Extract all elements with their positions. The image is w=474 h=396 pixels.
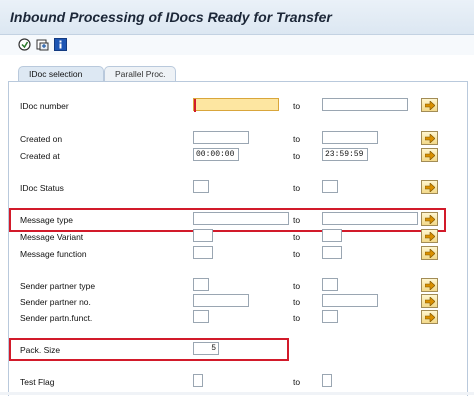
- created-on-to-label: to: [293, 134, 301, 144]
- save-variant-icon[interactable]: [36, 38, 49, 51]
- arrow-right-icon: [425, 151, 435, 160]
- sender-partner-function-to-input[interactable]: [322, 310, 338, 323]
- idoc-status-to-label: to: [293, 183, 301, 193]
- pack-size-highlight-box: [9, 338, 289, 361]
- test-flag-to-input[interactable]: [322, 374, 332, 387]
- text-cursor: [194, 99, 196, 112]
- arrow-right-icon: [425, 249, 435, 258]
- created-at-to-label: to: [293, 151, 301, 161]
- test-flag-label: Test Flag: [20, 377, 55, 387]
- arrow-right-icon: [425, 101, 435, 110]
- idoc-status-label: IDoc Status: [20, 183, 64, 193]
- message-variant-label: Message Variant: [20, 232, 84, 242]
- sender-partner-no-label: Sender partner no.: [20, 297, 91, 307]
- idoc-number-to-input[interactable]: [322, 98, 408, 111]
- arrow-right-icon: [425, 281, 435, 290]
- sender-partner-type-label: Sender partner type: [20, 281, 96, 291]
- created-at-label: Created at: [20, 151, 60, 161]
- message-variant-to-label: to: [293, 232, 301, 242]
- created-on-label: Created on: [20, 134, 63, 144]
- tab-parallel-proc[interactable]: Parallel Proc.: [104, 66, 176, 81]
- idoc-status-to-input[interactable]: [322, 180, 338, 193]
- arrow-right-icon: [425, 134, 435, 143]
- message-function-to-input[interactable]: [322, 246, 342, 259]
- sender-partner-function-multiple-selection-button[interactable]: [421, 310, 438, 324]
- created-at-from-input[interactable]: 00:00:00: [193, 148, 239, 161]
- sender-partner-no-from-input[interactable]: [193, 294, 249, 307]
- idoc-number-label: IDoc number: [20, 101, 69, 111]
- arrow-right-icon: [425, 313, 435, 322]
- test-flag-from-input[interactable]: [193, 374, 203, 387]
- info-icon[interactable]: [54, 38, 67, 51]
- arrow-right-icon: [425, 183, 435, 192]
- sender-partner-type-from-input[interactable]: [193, 278, 209, 291]
- execute-icon[interactable]: [18, 38, 31, 51]
- message-type-highlight-box: [9, 208, 446, 232]
- sender-partner-type-to-input[interactable]: [322, 278, 338, 291]
- application-toolbar: [0, 35, 474, 55]
- sender-partner-function-to-label: to: [293, 313, 301, 323]
- page-title: Inbound Processing of IDocs Ready for Tr…: [10, 9, 332, 25]
- title-bar: Inbound Processing of IDocs Ready for Tr…: [0, 0, 474, 35]
- arrow-right-icon: [425, 297, 435, 306]
- arrow-right-icon: [425, 232, 435, 241]
- idoc-status-from-input[interactable]: [193, 180, 209, 193]
- idoc-status-multiple-selection-button[interactable]: [421, 180, 438, 194]
- message-function-multiple-selection-button[interactable]: [421, 246, 438, 260]
- created-at-multiple-selection-button[interactable]: [421, 148, 438, 162]
- created-on-from-input[interactable]: [193, 131, 249, 144]
- sender-partner-type-to-label: to: [293, 281, 301, 291]
- message-function-from-input[interactable]: [193, 246, 213, 259]
- message-variant-multiple-selection-button[interactable]: [421, 229, 438, 243]
- idoc-number-from-input[interactable]: [193, 98, 279, 111]
- message-function-label: Message function: [20, 249, 87, 259]
- message-variant-to-input[interactable]: [322, 229, 342, 242]
- message-variant-from-input[interactable]: [193, 229, 213, 242]
- idoc-number-to-label: to: [293, 101, 301, 111]
- sender-partner-function-from-input[interactable]: [193, 310, 209, 323]
- idoc-number-multiple-selection-button[interactable]: [421, 98, 438, 112]
- message-function-to-label: to: [293, 249, 301, 259]
- created-on-to-input[interactable]: [322, 131, 378, 144]
- sender-partner-no-multiple-selection-button[interactable]: [421, 294, 438, 308]
- sender-partner-no-to-input[interactable]: [322, 294, 378, 307]
- created-on-multiple-selection-button[interactable]: [421, 131, 438, 145]
- created-at-to-input[interactable]: 23:59:59: [322, 148, 368, 161]
- sender-partner-no-to-label: to: [293, 297, 301, 307]
- sender-partner-function-label: Sender partn.funct.: [20, 313, 93, 323]
- tab-idoc-selection[interactable]: IDoc selection: [18, 66, 104, 81]
- test-flag-to-label: to: [293, 377, 301, 387]
- sender-partner-type-multiple-selection-button[interactable]: [421, 278, 438, 292]
